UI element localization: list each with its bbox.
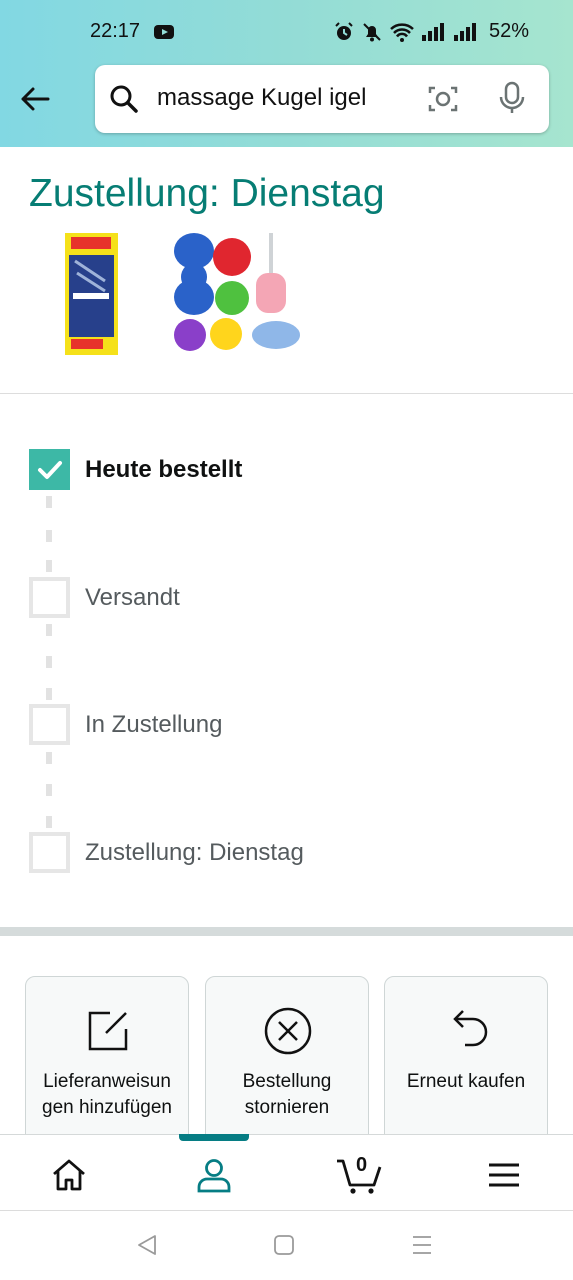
step-connector [46, 530, 52, 542]
step-connector [46, 656, 52, 668]
cancel-circle-icon [264, 1007, 312, 1055]
buy-again-label: Erneut kaufen [406, 1071, 526, 1092]
label-line: stornieren [244, 1097, 330, 1118]
active-tab-indicator [179, 1134, 249, 1141]
search-bar[interactable]: massage Kugel igel [95, 65, 549, 133]
step-connector [46, 688, 52, 700]
step-connector [46, 816, 52, 828]
add-delivery-instructions-button[interactable]: Lieferanweisun gen hinzufügen [25, 976, 189, 1146]
product-image-razor[interactable] [63, 233, 120, 355]
status-time: 22:17 [90, 20, 141, 42]
cancel-order-label: Bestellung stornieren [206, 1069, 368, 1121]
delivery-heading: Zustellung: Dienstag [29, 172, 385, 215]
status-bar: 22:17 52% [0, 0, 573, 66]
menu-icon[interactable] [484, 1155, 524, 1195]
bottom-nav [0, 1134, 573, 1212]
label-line: Bestellung [242, 1071, 332, 1092]
undo-arrow-icon [453, 1010, 488, 1047]
camera-scan-icon[interactable] [427, 83, 459, 115]
header: 22:17 52% massage Kugel igel [0, 0, 573, 147]
step-checkbox-delivered [29, 832, 70, 873]
system-recents-icon[interactable] [410, 1233, 434, 1257]
step-checkbox-ordered [29, 449, 70, 490]
alarm-icon [335, 21, 353, 40]
step-connector [46, 560, 52, 572]
cart-count: 0 [356, 1154, 368, 1176]
signal-icon-2 [453, 22, 476, 41]
buy-again-button[interactable]: Erneut kaufen [384, 976, 548, 1146]
edit-note-icon [88, 1011, 128, 1051]
battery-level: 52% [488, 20, 529, 42]
label-line: Lieferanweisun [43, 1071, 171, 1092]
step-checkbox-in-delivery [29, 704, 70, 745]
signal-icon [421, 22, 444, 41]
youtube-icon [154, 25, 174, 39]
step-connector [46, 624, 52, 636]
label-line: gen hinzufügen [42, 1097, 172, 1118]
divider [0, 393, 573, 394]
check-icon [38, 461, 62, 479]
search-icon [110, 85, 138, 113]
product-image-massage-balls[interactable] [170, 233, 302, 355]
wifi-icon [390, 22, 414, 42]
system-back-icon[interactable] [135, 1233, 159, 1257]
step-label-in-delivery: In Zustellung [85, 711, 223, 738]
step-connector [46, 496, 52, 508]
step-connector [46, 784, 52, 796]
status-icons: 52% [333, 20, 529, 43]
system-home-icon[interactable] [272, 1233, 296, 1257]
section-divider [0, 927, 573, 936]
mute-bell-icon [363, 22, 381, 41]
system-nav-bar [0, 1211, 573, 1280]
step-label-ordered: Heute bestellt [85, 456, 243, 483]
back-arrow-icon[interactable] [18, 82, 52, 116]
step-label-delivered: Zustellung: Dienstag [85, 839, 304, 866]
add-delivery-instructions-label: Lieferanweisun gen hinzufügen [26, 1069, 188, 1121]
search-input[interactable]: massage Kugel igel [157, 84, 366, 112]
cancel-order-button[interactable]: Bestellung stornieren [205, 976, 369, 1146]
step-label-shipped: Versandt [85, 584, 180, 611]
microphone-icon[interactable] [497, 81, 527, 115]
home-icon[interactable] [49, 1155, 89, 1195]
step-connector [46, 752, 52, 764]
account-icon[interactable] [194, 1155, 234, 1195]
step-checkbox-shipped [29, 577, 70, 618]
